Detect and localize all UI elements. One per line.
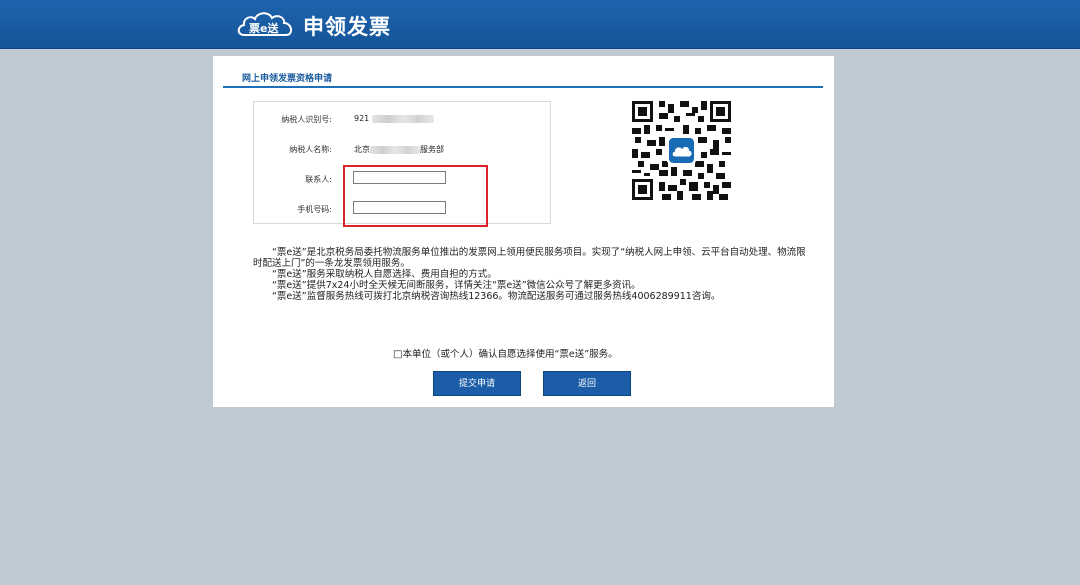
description-paragraph: “票e送”服务采取纳税人自愿选择、费用自担的方式。 — [272, 269, 497, 280]
title-divider — [223, 86, 823, 88]
agreement-text: 本单位（或个人）确认自愿选择使用“票e送”服务。 — [402, 349, 618, 360]
cloud-logo-icon: 票e送 — [237, 12, 292, 36]
contact-label: 联系人: — [305, 175, 332, 184]
logo-text: 票e送 — [249, 21, 279, 35]
phone-label: 手机号码: — [297, 205, 332, 214]
panel-title: 网上申领发票资格申请 — [242, 74, 333, 84]
service-description: “票e送”是北京税务局委托物流服务单位推出的发票网上领用便民服务项目。实现了“纳… — [253, 247, 813, 302]
application-panel: 网上申领发票资格申请 纳税人识别号: 921 纳税人名称: 北京 服务部 联系人:… — [213, 56, 834, 407]
phone-input[interactable] — [353, 201, 446, 214]
taxpayer-name-label: 纳税人名称: — [289, 145, 332, 154]
redacted-block — [370, 145, 420, 154]
redacted-block — [371, 114, 434, 123]
back-button[interactable]: 返回 — [543, 371, 631, 396]
taxpayer-id-value: 921 — [354, 114, 434, 123]
taxpayer-name-suffix: 服务部 — [420, 145, 444, 154]
taxpayer-name-value: 北京 服务部 — [354, 144, 444, 155]
application-form: 纳税人识别号: 921 纳税人名称: 北京 服务部 联系人: 手机号码: — [253, 101, 551, 224]
submit-button[interactable]: 提交申请 — [433, 371, 521, 396]
agreement-row: □本单位（或个人）确认自愿选择使用“票e送”服务。 — [393, 346, 618, 360]
description-paragraph: “票e送”是北京税务局委托物流服务单位推出的发票网上领用便民服务项目。实现了“纳… — [253, 247, 806, 269]
qr-code-icon — [632, 101, 731, 200]
app-title: 申领发票 — [303, 15, 391, 39]
description-paragraph: “票e送”提供7x24小时全天候无间断服务，详情关注“票e送”微信公众号了解更多… — [272, 280, 641, 291]
description-paragraph: “票e送”监督服务热线可拨打北京纳税咨询热线12366。物流配送服务可通过服务热… — [272, 291, 721, 302]
contact-input[interactable] — [353, 171, 446, 184]
top-bar: 票e送 申领发票 — [0, 0, 1080, 49]
taxpayer-id-label: 纳税人识别号: — [281, 115, 332, 124]
taxpayer-id-text: 921 — [354, 114, 370, 123]
taxpayer-name-prefix: 北京 — [354, 145, 370, 154]
